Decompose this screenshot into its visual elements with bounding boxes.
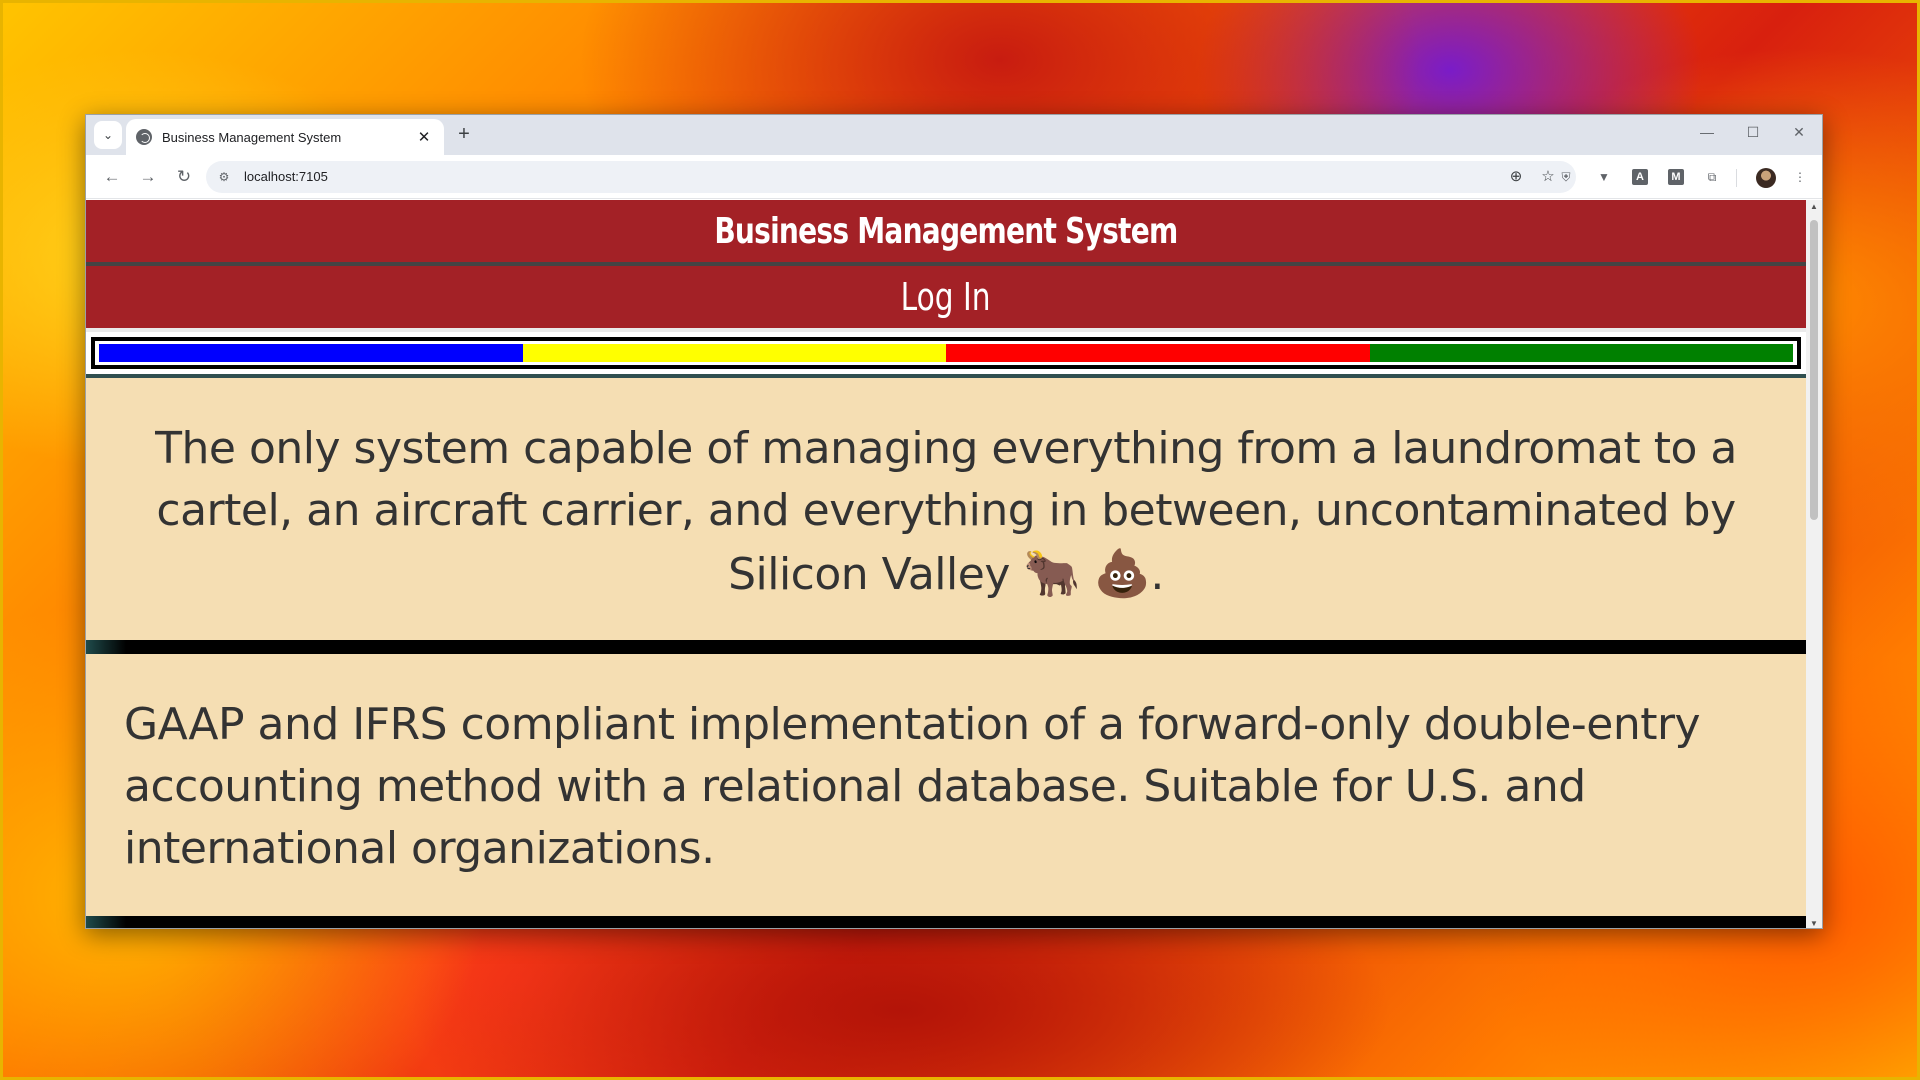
color-strip bbox=[91, 337, 1801, 369]
login-button[interactable]: Log In bbox=[86, 266, 1806, 328]
poo-emoji-icon: 💩 bbox=[1093, 546, 1151, 600]
accounting-panel: GAAP and IFRS compliant implementation o… bbox=[86, 654, 1806, 916]
maximize-button[interactable]: ☐ bbox=[1730, 115, 1776, 149]
avatar[interactable] bbox=[1756, 168, 1776, 188]
address-bar[interactable]: ⚙ localhost:7105 ⊕ ☆ bbox=[206, 161, 1576, 193]
tune-icon[interactable]: ⚙ bbox=[216, 169, 232, 185]
back-arrow-icon[interactable]: ← bbox=[98, 163, 126, 191]
scroll-thumb[interactable] bbox=[1810, 220, 1818, 520]
page-title: Business Management System bbox=[86, 200, 1806, 262]
url-text[interactable]: localhost:7105 bbox=[244, 169, 328, 184]
accounting-text: GAAP and IFRS compliant implementation o… bbox=[124, 699, 1701, 874]
browser-toolbar: ← → ↻ ⚙ localhost:7105 ⊕ ☆ ⛨ ▼ A M ⧉ ⋮ bbox=[86, 155, 1822, 199]
forward-arrow-icon[interactable]: → bbox=[134, 163, 162, 191]
zoom-icon[interactable]: ⊕ bbox=[1506, 167, 1526, 187]
ox-emoji-icon: 🐂 bbox=[1023, 546, 1081, 600]
tagline-period: . bbox=[1150, 549, 1164, 600]
tagline-panel: The only system capable of managing ever… bbox=[86, 378, 1806, 640]
kebab-menu-icon[interactable]: ⋮ bbox=[1790, 167, 1810, 187]
color-strip-container bbox=[86, 332, 1806, 374]
scroll-up-icon[interactable]: ▲ bbox=[1809, 202, 1819, 211]
tab-strip: ⌄ Business Management System ✕ + — ☐ ✕ bbox=[86, 115, 1822, 155]
browser-window: ⌄ Business Management System ✕ + — ☐ ✕ ←… bbox=[85, 114, 1823, 929]
tagline-text: The only system capable of managing ever… bbox=[155, 423, 1737, 600]
stripe-green bbox=[1369, 344, 1793, 362]
panel-divider bbox=[86, 640, 1806, 654]
stripe-yellow bbox=[522, 344, 946, 362]
panel-divider bbox=[86, 916, 1806, 928]
shield-extension-icon[interactable]: ⛨ bbox=[1556, 167, 1576, 187]
new-tab-button[interactable]: + bbox=[452, 123, 476, 147]
a-extension-icon[interactable]: A bbox=[1630, 167, 1650, 187]
vue-extension-icon[interactable]: ▼ bbox=[1594, 167, 1614, 187]
page-scrollbar[interactable]: ▲ ▼ bbox=[1806, 200, 1822, 928]
m-extension-icon[interactable]: M bbox=[1666, 167, 1686, 187]
minimize-button[interactable]: — bbox=[1684, 115, 1730, 149]
scroll-down-icon[interactable]: ▼ bbox=[1809, 919, 1819, 928]
stripe-blue bbox=[99, 344, 523, 362]
star-icon[interactable]: ☆ bbox=[1538, 167, 1558, 187]
close-tab-icon[interactable]: ✕ bbox=[414, 128, 434, 146]
tab-title: Business Management System bbox=[162, 129, 342, 145]
stripe-red bbox=[946, 344, 1370, 362]
toolbar-divider bbox=[1736, 169, 1737, 187]
window-controls: — ☐ ✕ bbox=[1684, 115, 1822, 149]
globe-icon bbox=[136, 129, 152, 145]
chevron-down-icon[interactable]: ⌄ bbox=[94, 121, 122, 149]
page-viewport: Business Management System Log In The on… bbox=[86, 200, 1806, 928]
close-window-button[interactable]: ✕ bbox=[1776, 115, 1822, 149]
browser-tab[interactable]: Business Management System ✕ bbox=[126, 119, 444, 155]
puzzle-icon[interactable]: ⧉ bbox=[1702, 167, 1722, 187]
reload-icon[interactable]: ↻ bbox=[170, 163, 198, 191]
